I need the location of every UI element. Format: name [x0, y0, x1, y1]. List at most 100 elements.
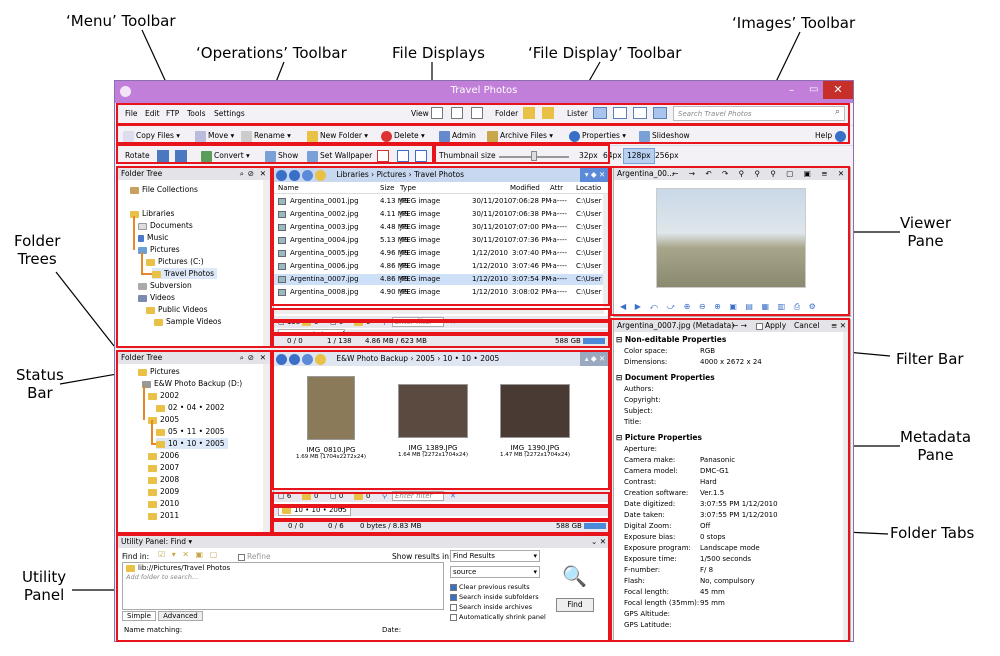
breadcrumb[interactable]: Libraries › Pictures › Travel Photos [336, 170, 464, 179]
metadata-value[interactable]: Hard [700, 477, 717, 488]
search-input[interactable]: Search Travel Photos [678, 108, 752, 120]
new-tab-icon[interactable]: + [338, 504, 345, 513]
layout-dual-icon[interactable] [613, 107, 627, 119]
thumbnail-img-1389[interactable]: IMG_1389.JPG 1.64 MB (2272x1704x24) [388, 376, 478, 458]
apply-checkbox[interactable] [756, 322, 763, 330]
filter-clear-icon[interactable]: ✕ [450, 316, 456, 328]
menu-view[interactable]: View [411, 107, 429, 121]
col-modified[interactable]: Modified [510, 183, 540, 194]
size-64-button[interactable]: 64px [603, 149, 622, 163]
back-icon[interactable] [276, 353, 287, 365]
metadata-value[interactable]: 3:07:55 PM 1/12/2010 [700, 510, 778, 521]
layout-single-icon[interactable] [593, 107, 607, 119]
tab-advanced[interactable]: Advanced [158, 611, 203, 621]
collapse-icon[interactable]: ⊟ [616, 433, 625, 442]
find-in-list[interactable]: lib://Pictures/Travel Photos Add folder … [122, 562, 444, 610]
lister-controls[interactable]: ▴ ◆ ✕ [580, 352, 610, 366]
layout-tree-icon[interactable] [653, 107, 667, 119]
folder-options-icon[interactable] [542, 107, 554, 119]
table-row[interactable]: Argentina_0005.jpg 4.96 MB JPEG image 1/12/… [274, 248, 610, 259]
rotate-right-icon[interactable] [175, 150, 187, 162]
slider-thumb[interactable] [531, 151, 537, 161]
metadata-section-header[interactable]: ⊟ Non-editable Properties [616, 334, 726, 345]
view-list-icon[interactable] [451, 107, 463, 119]
search-option[interactable]: Clear previous results [450, 582, 530, 592]
filter-input[interactable]: Enter filter [392, 317, 444, 327]
rotate-left-icon[interactable] [157, 150, 169, 162]
metadata-value[interactable]: F/ 8 [700, 565, 713, 576]
layout-viewer-icon[interactable] [633, 107, 647, 119]
properties-button[interactable]: Properties ▾ [569, 129, 626, 143]
metadata-value[interactable]: 95 mm [700, 598, 725, 609]
col-size[interactable]: Size [380, 183, 394, 194]
slideshow-button[interactable]: Slideshow [639, 129, 690, 143]
table-row[interactable]: Argentina_0007.jpg 4.86 MB JPEG image 1/12/… [274, 274, 610, 285]
cancel-button[interactable]: Cancel [794, 320, 819, 332]
move-button[interactable]: Move ▾ [195, 129, 234, 143]
image-tool-3-icon[interactable] [415, 150, 427, 162]
metadata-value[interactable]: Ver.1.5 [700, 488, 724, 499]
metadata-value[interactable]: 3:07:55 PM 1/12/2010 [700, 499, 778, 510]
view-details-icon[interactable] [431, 107, 443, 119]
find-in-path[interactable]: lib://Pictures/Travel Photos [123, 563, 443, 573]
find-button[interactable]: Find [556, 598, 594, 612]
table-row[interactable]: Argentina_0001.jpg 4.13 MB JPEG image 30/11… [274, 196, 610, 207]
viewer-nav-icons[interactable]: ← → ↶ ↷ ⚲ ⚲ ⚲ ▢ ▣ ≡ ✕ [672, 168, 848, 180]
thumbnail-img-0810[interactable]: IMG_0810.JPG 1.69 MB (1704x2272x24) [286, 376, 376, 460]
back-icon[interactable] [276, 169, 287, 181]
refine-check[interactable] [238, 553, 245, 561]
utility-mode-dropdown[interactable]: Find ▾ [171, 537, 193, 546]
size-256-button[interactable]: 256px [655, 149, 679, 163]
metadata-value[interactable]: 1/500 seconds [700, 554, 751, 565]
table-row[interactable]: Argentina_0003.jpg 4.48 MB JPEG image 30/11… [274, 222, 610, 233]
metadata-value[interactable]: 4000 x 2672 x 24 [700, 357, 762, 368]
new-folder-button[interactable]: New Folder ▾ [307, 129, 368, 143]
folder-icon[interactable] [523, 107, 535, 119]
collapse-icon[interactable]: ⊟ [616, 335, 625, 344]
apply-button[interactable]: Apply [756, 320, 786, 332]
rename-button[interactable]: Rename ▾ [241, 129, 291, 143]
up-icon[interactable] [302, 169, 313, 181]
image-tool-2-icon[interactable] [397, 150, 409, 162]
archive-files-button[interactable]: Archive Files ▾ [487, 129, 553, 143]
utility-close-icon[interactable]: ⌄ ✕ [591, 536, 606, 548]
copy-files-button[interactable]: Copy Files ▾ [123, 129, 180, 143]
metadata-value[interactable]: Landscape mode [700, 543, 760, 554]
forward-icon[interactable] [289, 353, 300, 365]
checkbox-icon[interactable] [450, 603, 457, 611]
checkbox-checked-icon[interactable] [450, 593, 457, 601]
metadata-close-icon[interactable]: ≡ ✕ [831, 320, 846, 332]
metadata-value[interactable]: 45 mm [700, 587, 725, 598]
table-row[interactable]: Argentina_0008.jpg 4.90 MB JPEG image 1/12/… [274, 287, 610, 298]
convert-button[interactable]: Convert ▾ [201, 149, 250, 163]
breadcrumb[interactable]: E&W Photo Backup › 2005 › 10 • 10 • 2005 [336, 354, 499, 363]
tab-simple[interactable]: Simple [122, 611, 156, 621]
collapse-icon[interactable]: ⊟ [616, 373, 625, 382]
metadata-value[interactable]: Panasonic [700, 455, 735, 466]
search-option[interactable]: Search inside archives [450, 602, 532, 612]
results-dropdown[interactable]: Find Results ▾ [450, 550, 540, 562]
search-option[interactable]: Search inside subfolders [450, 592, 539, 602]
metadata-section-header[interactable]: ⊟ Picture Properties [616, 432, 702, 443]
add-folder-hint[interactable]: Add folder to search... [123, 573, 443, 581]
search-box[interactable]: Search Travel Photos ⌕ [673, 106, 845, 121]
metadata-value[interactable]: RGB [700, 346, 715, 357]
menu-folder[interactable]: Folder [495, 107, 518, 121]
filter-input[interactable]: Enter filter [392, 491, 444, 501]
view-icons-icon[interactable] [471, 107, 483, 119]
checkbox-checked-icon[interactable] [450, 583, 457, 591]
search-icon[interactable]: ⌕ [835, 107, 840, 117]
search-option[interactable]: Automatically shrink panel [450, 612, 546, 622]
table-row[interactable]: Argentina_0004.jpg 5.13 MB JPEG image 30/11… [274, 235, 610, 246]
filter-clear-icon[interactable]: ✕ [450, 490, 456, 502]
maximize-icon[interactable]: ▭ [809, 84, 818, 95]
checkbox-icon[interactable] [450, 613, 457, 621]
tree-scrollbar[interactable] [263, 364, 270, 532]
find-in-tools[interactable]: ☑ ▾ ✕ ▣ ▢ [158, 550, 219, 559]
source-dropdown[interactable]: source ▾ [450, 566, 540, 578]
show-button[interactable]: Show [265, 149, 298, 163]
up-icon[interactable] [302, 353, 313, 365]
help-button[interactable]: Help [815, 129, 848, 143]
delete-button[interactable]: Delete ▾ [381, 129, 425, 143]
col-location[interactable]: Locatio [576, 183, 601, 194]
